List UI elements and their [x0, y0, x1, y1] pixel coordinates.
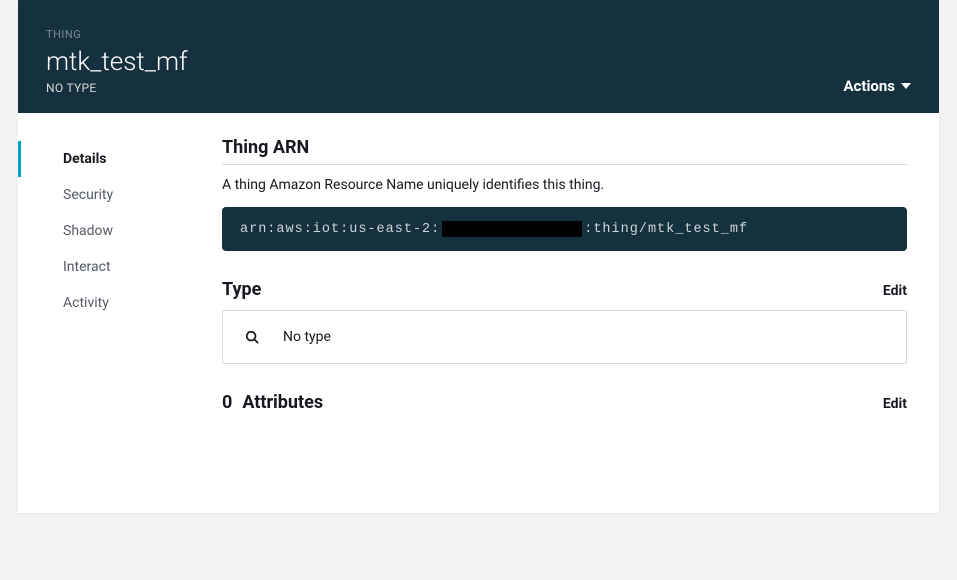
arn-heading: Thing ARN — [222, 137, 309, 158]
arn-section: Thing ARN A thing Amazon Resource Name u… — [222, 137, 907, 251]
sidebar-item-label: Interact — [63, 259, 111, 275]
arn-value-box: arn:aws:iot:us-east-2: :thing/mtk_test_m… — [222, 207, 907, 251]
sidebar-item-activity[interactable]: Activity — [18, 285, 198, 321]
actions-label: Actions — [843, 77, 895, 95]
sidebar-item-security[interactable]: Security — [18, 177, 198, 213]
arn-description: A thing Amazon Resource Name uniquely id… — [222, 177, 907, 193]
type-edit-link[interactable]: Edit — [883, 283, 907, 299]
sidebar-item-label: Shadow — [63, 223, 113, 239]
actions-dropdown[interactable]: Actions — [843, 77, 911, 95]
sidebar-item-label: Details — [63, 151, 107, 167]
header-eyebrow: THING — [46, 28, 911, 41]
thing-type-label: NO TYPE — [46, 81, 911, 95]
type-heading: Type — [222, 279, 261, 300]
sidebar-item-label: Activity — [63, 295, 109, 311]
sidebar-item-shadow[interactable]: Shadow — [18, 213, 198, 249]
arn-suffix: :thing/mtk_test_mf — [584, 222, 748, 237]
caret-down-icon — [901, 83, 911, 89]
sidebar-nav: Details Security Shadow Interact Activit… — [18, 137, 198, 473]
attributes-count: 0 — [222, 392, 232, 413]
type-section: Type Edit No type — [222, 279, 907, 364]
attributes-heading: Attributes — [242, 392, 323, 413]
sidebar-item-label: Security — [63, 187, 113, 203]
arn-prefix: arn:aws:iot:us-east-2: — [240, 222, 440, 237]
search-icon — [245, 330, 259, 344]
type-value: No type — [283, 329, 331, 345]
arn-redacted-account — [442, 221, 582, 237]
type-value-box: No type — [222, 310, 907, 364]
attributes-section: 0 Attributes Edit — [222, 392, 907, 413]
sidebar-item-interact[interactable]: Interact — [18, 249, 198, 285]
main-content: Thing ARN A thing Amazon Resource Name u… — [198, 137, 915, 473]
attributes-edit-link[interactable]: Edit — [883, 396, 907, 412]
sidebar-item-details[interactable]: Details — [18, 141, 198, 177]
thing-title: mtk_test_mf — [46, 47, 911, 77]
thing-header: THING mtk_test_mf NO TYPE Actions — [18, 0, 939, 113]
